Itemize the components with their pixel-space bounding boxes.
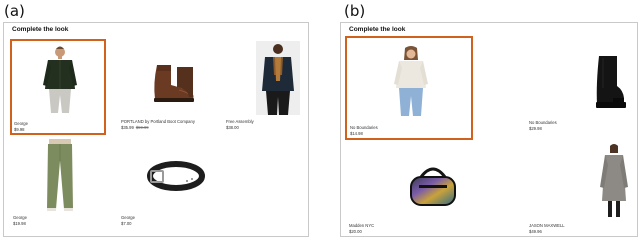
green-pants-photo: [47, 139, 73, 211]
black-belt-photo: [147, 161, 205, 191]
shirt-model-photo: [43, 46, 77, 113]
product-card-george-shirt[interactable]: George $9.98: [10, 39, 106, 135]
product-price: $14.98: [350, 131, 363, 136]
product-brand: George: [121, 215, 135, 220]
iridescent-bag-photo: [410, 167, 456, 206]
product-brand: PORTLAND by Portland Boot Company: [121, 119, 195, 124]
product-brand: George: [14, 121, 28, 126]
black-boot-photo: [596, 56, 626, 108]
complete-the-look-panel-b: Complete the look No Boundaries $14.98 N…: [340, 22, 638, 237]
product-card-free-assembly-jacket[interactable]: Free Assembly $38.00: [224, 41, 306, 135]
product-price: $19.98: [13, 221, 26, 226]
product-card-no-boundaries-boot[interactable]: No Boundaries $29.98: [527, 36, 635, 140]
sale-price: $35.99: [121, 125, 134, 130]
product-brand: No Boundaries: [529, 120, 557, 125]
original-price: $59.99: [135, 125, 149, 130]
gray-coat-model-photo: [600, 144, 628, 217]
jacket-model-photo: [256, 41, 300, 115]
panel-b-label: (b): [344, 2, 366, 20]
product-price: $9.98: [14, 127, 25, 132]
product-card-george-belt[interactable]: George $7.00: [119, 139, 219, 229]
panel-a-label: (a): [4, 2, 25, 20]
product-card-no-boundaries-sweater[interactable]: No Boundaries $14.98: [345, 36, 473, 140]
section-title: Complete the look: [349, 26, 406, 33]
product-brand: Free Assembly: [226, 119, 254, 124]
product-brand: George: [13, 215, 27, 220]
product-price: $35.99 $59.99: [121, 125, 149, 130]
product-brand: Madden NYC: [349, 223, 375, 228]
product-price: $29.98: [529, 126, 542, 131]
product-price: $7.00: [121, 221, 132, 226]
product-card-george-pants[interactable]: George $19.98: [12, 139, 108, 229]
product-price: $49.96: [529, 229, 542, 234]
product-price: $20.00: [349, 229, 362, 234]
product-price: $38.00: [226, 125, 239, 130]
brown-boot-photo: [154, 65, 194, 102]
product-brand: JASON MAXWELL: [529, 223, 565, 228]
product-brand: No Boundaries: [350, 125, 378, 130]
product-card-jason-maxwell-coat[interactable]: JASON MAXWELL $49.96: [527, 143, 635, 235]
sweater-model-photo: [394, 46, 428, 116]
section-title: Complete the look: [12, 26, 69, 33]
product-card-madden-nyc-bag[interactable]: Madden NYC $20.00: [349, 143, 479, 235]
product-card-portland-boot[interactable]: PORTLAND by Portland Boot Company $35.99…: [119, 41, 219, 135]
complete-the-look-panel-a: Complete the look George $9.98 PORTLAND …: [3, 22, 309, 237]
